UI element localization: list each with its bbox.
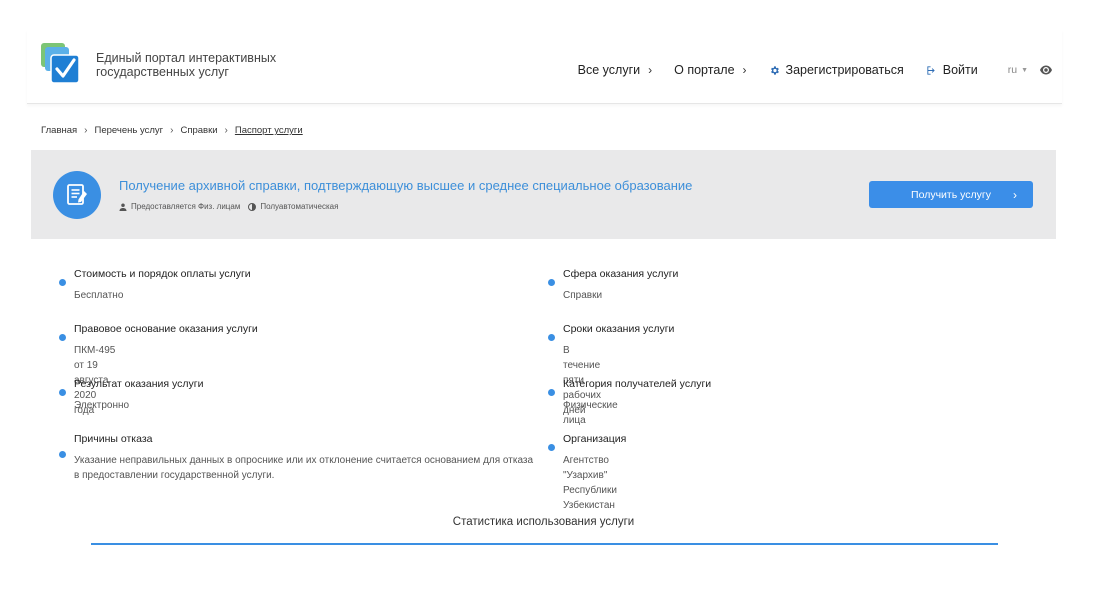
detail-label: Категория получателей услуги — [563, 378, 712, 390]
breadcrumb-certificates[interactable]: Справки — [180, 125, 217, 136]
detail-label: Результат оказания услуги — [74, 378, 204, 390]
detail-label: Сфера оказания услуги — [563, 268, 679, 280]
bullet-dot — [59, 334, 66, 341]
nav-login[interactable]: Войти — [926, 63, 978, 77]
bullet-dot — [548, 334, 555, 341]
language-select[interactable]: ru ▼ — [1008, 64, 1028, 76]
get-service-button-label: Получить услугу — [911, 188, 991, 201]
detail-value: Электронно — [74, 400, 130, 411]
language-value: ru — [1007, 64, 1018, 76]
nav-register-label: Зарегистрироваться — [785, 63, 904, 77]
nav-all-services-label: Все услуги — [577, 63, 641, 77]
get-service-button[interactable]: Получить услугу › — [869, 181, 1033, 208]
nav-all-services[interactable]: Все услуги › — [578, 63, 652, 77]
chevron-right-icon: › — [224, 125, 228, 136]
breadcrumb-current[interactable]: Паспорт услуги — [235, 125, 303, 136]
service-mode: Полуавтоматическая — [260, 202, 339, 211]
breadcrumb: Главная › Перечень услуг › Справки › Пас… — [41, 125, 303, 136]
half-circle-icon — [248, 202, 257, 211]
detail-value: Справки — [563, 290, 603, 301]
bullet-dot — [548, 279, 555, 286]
nav-about[interactable]: О портале › — [674, 63, 746, 77]
detail-label: Стоимость и порядок оплаты услуги — [74, 268, 251, 280]
chevron-right-icon: › — [648, 63, 653, 77]
service-banner: Получение архивной справки, подтверждающ… — [31, 150, 1056, 239]
sign-in-icon — [926, 65, 937, 76]
detail-value: Указание неправильных данных в опроснике… — [74, 455, 534, 481]
document-icon — [53, 171, 101, 219]
bullet-dot — [548, 444, 555, 451]
nav-about-label: О портале — [674, 63, 735, 77]
detail-label: Причины отказа — [74, 433, 153, 445]
stats-divider — [91, 543, 998, 545]
portal-title[interactable]: Единый портал интерактивных государствен… — [96, 51, 316, 79]
service-title: Получение архивной справки, подтверждающ… — [119, 178, 693, 193]
chevron-right-icon: › — [742, 63, 747, 77]
breadcrumb-home[interactable]: Главная — [41, 125, 77, 136]
detail-value: Бесплатно — [74, 290, 124, 301]
user-icon — [119, 203, 127, 211]
stats-title: Статистика использования услуги — [452, 516, 635, 528]
main-nav: Все услуги › О портале › Зарегистрироват… — [556, 63, 1062, 77]
nav-login-label: Войти — [942, 63, 978, 77]
detail-label: Сроки оказания услуги — [563, 323, 675, 335]
detail-value: Агентство "Узархив" Республики Узбекиста… — [563, 455, 617, 511]
bullet-dot — [59, 451, 66, 458]
detail-label: Организация — [563, 433, 627, 445]
nav-register[interactable]: Зарегистрироваться — [769, 63, 904, 77]
bullet-dot — [59, 279, 66, 286]
chevron-right-icon: › — [84, 125, 88, 136]
gear-icon — [769, 65, 780, 76]
chevron-right-icon: › — [170, 125, 174, 136]
bullet-dot — [59, 389, 66, 396]
service-meta: Предоставляется Физ. лицам Полуавтоматич… — [119, 202, 338, 211]
bullet-dot — [548, 389, 555, 396]
detail-label: Правовое основание оказания услуги — [74, 323, 258, 335]
service-provided-to: Предоставляется Физ. лицам — [131, 202, 241, 211]
chevron-right-icon: › — [1013, 188, 1017, 202]
breadcrumb-services-list[interactable]: Перечень услуг — [95, 125, 164, 136]
logo-checkmark-icon[interactable] — [41, 43, 81, 85]
eye-icon[interactable] — [1040, 65, 1052, 75]
detail-value: Физические лица — [563, 400, 618, 426]
caret-down-icon: ▼ — [1021, 66, 1028, 74]
site-header: Единый портал интерактивных государствен… — [27, 30, 1062, 104]
